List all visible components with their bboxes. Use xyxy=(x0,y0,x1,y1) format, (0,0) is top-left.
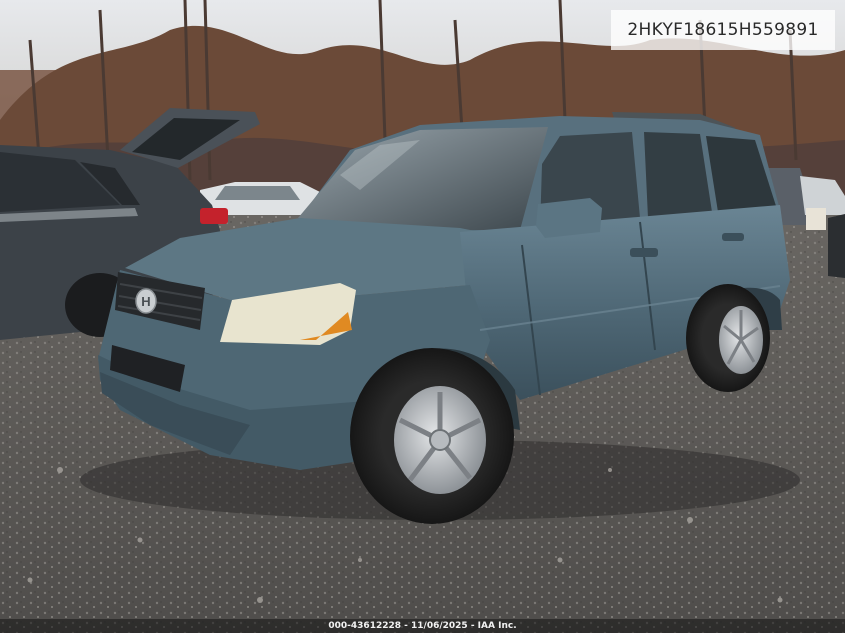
scene-illustration: H xyxy=(0,0,845,633)
honda-logo-icon: H xyxy=(135,288,157,314)
front-wheel xyxy=(350,348,514,524)
vehicle-photo: H 2HKYF18615H559891 000-43612228 - 11/06… xyxy=(0,0,845,633)
rear-wheel xyxy=(686,284,770,392)
svg-text:H: H xyxy=(141,294,150,309)
vin-overlay-label: 2HKYF18615H559891 xyxy=(611,10,835,50)
photo-footer-caption: 000-43612228 - 11/06/2025 - IAA Inc. xyxy=(0,619,845,633)
